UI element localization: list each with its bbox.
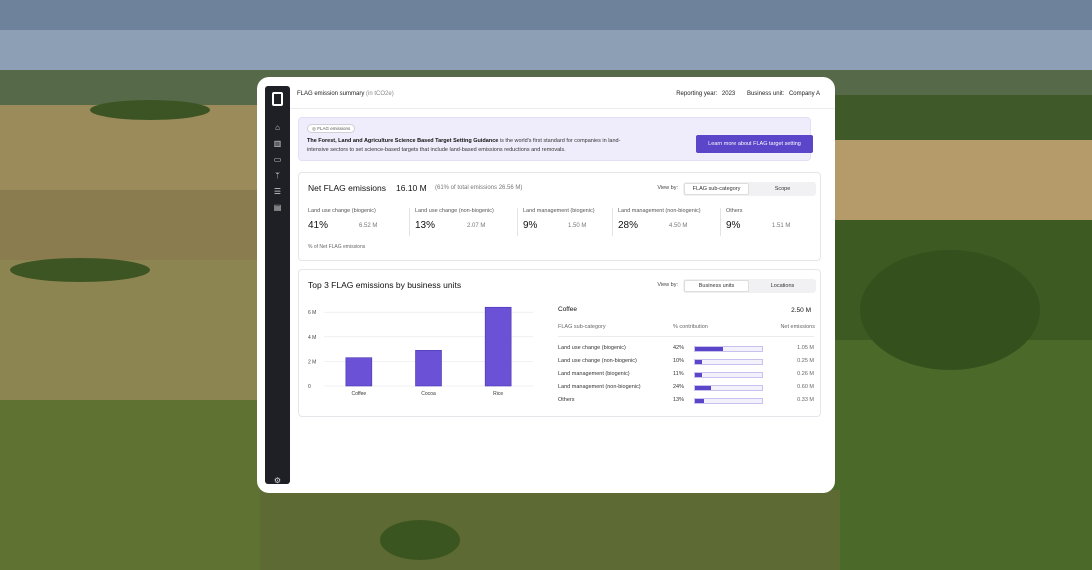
x-tick-label: Coffee: [352, 391, 367, 397]
contribution-bar: [694, 346, 763, 352]
row-percentage: 42%: [673, 345, 685, 351]
x-tick-label: Rice: [493, 391, 503, 397]
metric-divider: [720, 208, 721, 236]
metric-luc-biogenic: Land use change (biogenic) 41% 6.52 M: [308, 208, 378, 231]
contribution-bar-fill: [695, 399, 704, 403]
tab-scope[interactable]: Scope: [750, 183, 815, 195]
context-info: Reporting year: 2023 Business unit: Comp…: [666, 91, 820, 97]
bar-coffee[interactable]: [345, 357, 373, 387]
view-by-label: View by:: [657, 282, 678, 288]
banner-text: The Forest, Land and Agriculture Science…: [307, 138, 621, 153]
net-view-toggle: FLAG sub-category Scope: [683, 182, 816, 196]
top-business-units-panel: Top 3 FLAG emissions by business units V…: [298, 269, 821, 417]
row-percentage: 24%: [673, 384, 685, 390]
bar-rice[interactable]: [484, 306, 512, 387]
row-net-emissions: 1.05 M: [797, 345, 814, 351]
emissions-bar-chart: 0 2 M 4 M 6 M Coffee Cocoa Rice: [308, 306, 533, 397]
contribution-bar: [694, 398, 763, 404]
row-percentage: 10%: [673, 358, 685, 364]
row-percentage: 13%: [673, 397, 685, 403]
contribution-bar: [694, 385, 763, 391]
y-tick-label: 2 M: [308, 359, 316, 365]
business-unit-value[interactable]: Company A: [789, 91, 820, 97]
x-tick-label: Cocoa: [421, 391, 436, 397]
contribution-bar-fill: [695, 373, 703, 377]
row-subcategory: Land use change (non-biogenic): [558, 358, 637, 364]
detail-row: Land management (non-biogenic) 24% 0.60 M: [558, 384, 814, 393]
col-subcategory: FLAG sub-category: [558, 324, 606, 330]
tab-locations[interactable]: Locations: [750, 280, 815, 292]
net-emissions-note: (61% of total emissions 26.56 M): [435, 185, 523, 191]
row-subcategory: Land management (biogenic): [558, 371, 630, 377]
view-by-label: View by:: [657, 185, 678, 191]
settings-icon[interactable]: ⚙: [273, 476, 282, 485]
detail-unit-value: 2.50 M: [791, 307, 811, 314]
detail-row: Land use change (biogenic) 42% 1.05 M: [558, 345, 814, 354]
metric-divider: [612, 208, 613, 236]
branch-icon[interactable]: ᛘ: [273, 171, 282, 180]
row-subcategory: Others: [558, 397, 575, 403]
detail-row: Others 13% 0.33 M: [558, 397, 814, 406]
bar-cocoa[interactable]: [415, 350, 442, 387]
reporting-year-label: Reporting year:: [676, 91, 718, 97]
row-net-emissions: 0.25 M: [797, 358, 814, 364]
home-icon[interactable]: ⌂: [273, 123, 282, 132]
y-tick-label: 4 M: [308, 335, 316, 341]
document-icon[interactable]: ▤: [273, 203, 282, 212]
topbar-divider: [290, 108, 835, 109]
col-net-emissions: Net emissions: [780, 324, 815, 330]
chart-icon[interactable]: ▥: [273, 139, 282, 148]
detail-header-divider: [558, 336, 814, 337]
net-emissions-value: 16.10 M: [396, 183, 427, 193]
contribution-bar-fill: [695, 386, 712, 390]
contribution-bar: [694, 372, 763, 378]
top-units-title: Top 3 FLAG emissions by business units: [308, 280, 462, 290]
row-net-emissions: 0.26 M: [797, 371, 814, 377]
tab-business-units[interactable]: Business units: [684, 280, 749, 292]
y-tick-label: 6 M: [308, 310, 316, 316]
app-window: ⌂ ▥ ▭ ᛘ ☰ ▤ ⚙ FLAG emission summary (in …: [257, 77, 835, 493]
detail-row: Land use change (non-biogenic) 10% 0.25 M: [558, 358, 814, 367]
row-subcategory: Land management (non-biogenic): [558, 384, 641, 390]
reporting-year-value[interactable]: 2023: [722, 91, 735, 97]
y-tick-label: 0: [308, 384, 311, 390]
business-unit-label: Business unit:: [746, 91, 785, 97]
metrics-footnote: % of Net FLAG emissions: [308, 244, 366, 250]
metric-lm-biogenic: Land management (biogenic) 9% 1.50 M: [523, 208, 595, 231]
col-contribution: % contribution: [673, 324, 708, 330]
row-net-emissions: 0.60 M: [797, 384, 814, 390]
net-emissions-title: Net FLAG emissions: [308, 183, 386, 193]
wallet-icon[interactable]: ▭: [273, 155, 282, 164]
sidebar: ⌂ ▥ ▭ ᛘ ☰ ▤ ⚙: [265, 86, 290, 485]
metric-divider: [517, 208, 518, 236]
tab-flag-subcategory[interactable]: FLAG sub-category: [684, 183, 749, 195]
metric-lm-non-biogenic: Land management (non-biogenic) 28% 4.50 …: [618, 208, 701, 231]
logo-icon[interactable]: [272, 92, 283, 106]
page-title: FLAG emission summary (in tCO2e): [297, 91, 394, 97]
contribution-bar-fill: [695, 347, 724, 351]
row-percentage: 11%: [673, 371, 684, 377]
row-net-emissions: 0.33 M: [797, 397, 814, 403]
info-banner: ◎ FLAG emissions The Forest, Land and Ag…: [298, 117, 813, 161]
detail-unit-name: Coffee: [558, 306, 578, 313]
metric-luc-non-biogenic: Land use change (non-biogenic) 13% 2.07 …: [415, 208, 494, 231]
units-view-toggle: Business units Locations: [683, 279, 816, 293]
flag-badge: ◎ FLAG emissions: [307, 124, 356, 133]
learn-more-button[interactable]: Learn more about FLAG target setting: [696, 135, 813, 153]
database-icon[interactable]: ☰: [273, 187, 282, 196]
metric-divider: [409, 208, 410, 236]
row-subcategory: Land use change (biogenic): [558, 345, 626, 351]
top-bar: FLAG emission summary (in tCO2e) Reporti…: [290, 86, 827, 108]
detail-row: Land management (biogenic) 11% 0.26 M: [558, 371, 814, 380]
contribution-bar: [694, 359, 763, 365]
metric-others: Others 9% 1.51 M: [726, 208, 791, 231]
contribution-bar-fill: [695, 360, 702, 364]
net-emissions-panel: Net FLAG emissions 16.10 M (61% of total…: [298, 172, 821, 261]
